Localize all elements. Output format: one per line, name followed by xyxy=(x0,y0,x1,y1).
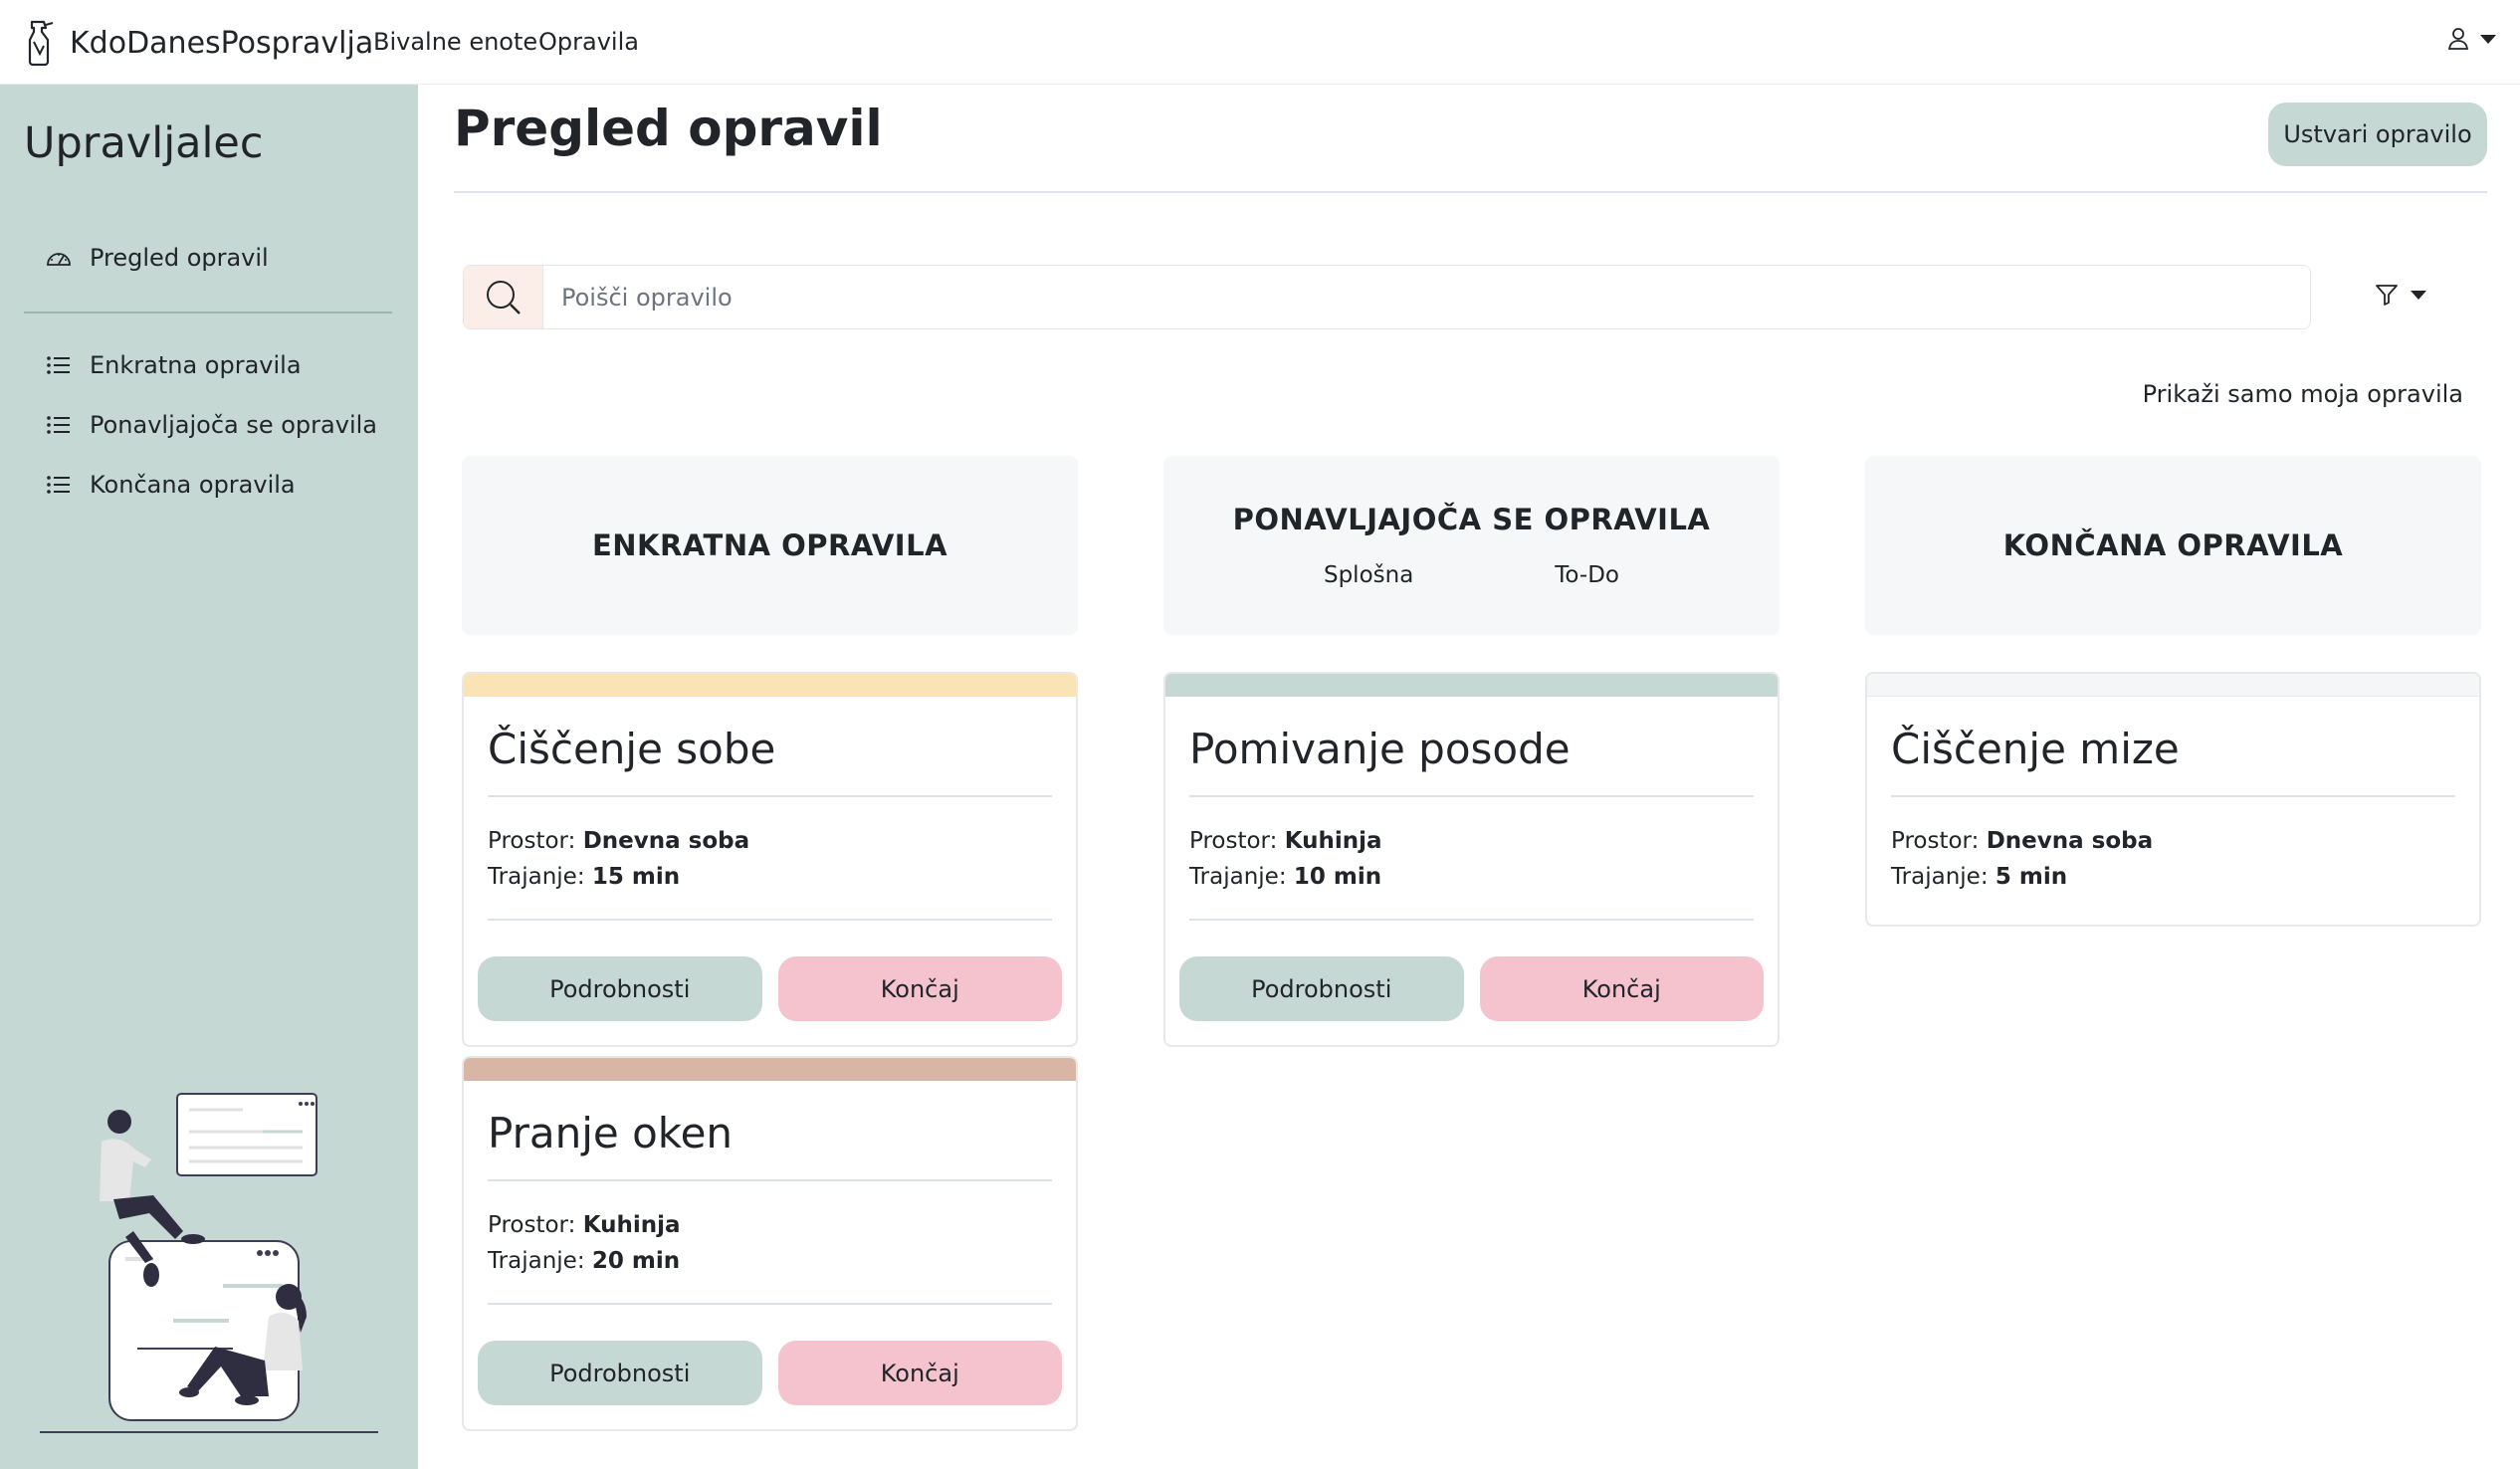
task-title: Pranje oken xyxy=(488,1081,1052,1181)
details-button[interactable]: Podrobnosti xyxy=(478,956,762,1021)
task-card: Pranje oken Prostor: Kuhinja Trajanje: 2… xyxy=(462,1056,1078,1431)
tab-general[interactable]: Splošna xyxy=(1324,562,1413,588)
duration-label: Trajanje: xyxy=(1189,864,1287,890)
task-info: Prostor: Dnevna soba Trajanje: 15 min xyxy=(488,797,1052,919)
sidebar-item-label: Končana opravila xyxy=(90,471,296,499)
column-header-done: KONČANA OPRAVILA xyxy=(1865,456,2481,635)
top-navbar: KdoDanesPospravlja Bivalne enote Opravil… xyxy=(0,0,2520,85)
duration-value: 20 min xyxy=(591,1248,681,1274)
people-illustration xyxy=(40,1093,378,1433)
duration-label: Trajanje: xyxy=(488,1248,585,1274)
column-title: PONAVLJAJOČA SE OPRAVILA xyxy=(1232,503,1711,536)
dashboard-icon xyxy=(47,253,71,266)
duration-value: 5 min xyxy=(1995,864,2068,890)
tab-todo[interactable]: To-Do xyxy=(1555,562,1619,588)
sidebar-title: Upravljalec xyxy=(24,118,264,168)
task-title: Pomivanje posode xyxy=(1189,697,1754,797)
sidebar-item-recurring[interactable]: Ponavljajoča se opravila xyxy=(46,411,377,439)
list-icon xyxy=(47,356,70,374)
show-only-mine-toggle[interactable]: Prikaži samo moja opravila xyxy=(2143,380,2463,408)
task-info: Prostor: Kuhinja Trajanje: 20 min xyxy=(488,1181,1052,1303)
duration-label: Trajanje: xyxy=(1891,864,1989,890)
sidebar-item-label: Ponavljajoča se opravila xyxy=(90,411,377,439)
chevron-down-icon xyxy=(2480,34,2496,44)
user-menu[interactable] xyxy=(2448,28,2496,50)
search-group xyxy=(463,265,2311,329)
column-title: ENKRATNA OPRAVILA xyxy=(591,528,948,562)
sidebar-divider xyxy=(24,312,392,314)
room-value: Kuhinja xyxy=(1284,828,1382,854)
brand-name: KdoDanesPospravlja xyxy=(70,25,374,61)
room-value: Dnevna soba xyxy=(1986,828,2154,854)
chevron-down-icon xyxy=(2411,290,2426,300)
sidebar-item-one-time[interactable]: Enkratna opravila xyxy=(46,351,302,379)
details-button[interactable]: Podrobnosti xyxy=(478,1341,762,1405)
column-header-one-time: ENKRATNA OPRAVILA xyxy=(462,456,1078,635)
room-label: Prostor: xyxy=(1891,828,1980,854)
column-title: KONČANA OPRAVILA xyxy=(2002,528,2344,562)
sidebar-item-overview[interactable]: Pregled opravil xyxy=(46,244,269,272)
sidebar-item-label: Enkratna opravila xyxy=(90,351,302,379)
sidebar-item-label: Pregled opravil xyxy=(90,244,269,272)
details-button[interactable]: Podrobnosti xyxy=(1179,956,1464,1021)
room-label: Prostor: xyxy=(488,1212,576,1238)
room-label: Prostor: xyxy=(1189,828,1278,854)
nav-living-units[interactable]: Bivalne enote xyxy=(373,28,537,56)
task-info: Prostor: Kuhinja Trajanje: 10 min xyxy=(1189,797,1754,919)
create-task-button[interactable]: Ustvari opravilo xyxy=(2268,103,2487,166)
list-icon xyxy=(47,416,70,434)
card-color-strip xyxy=(464,674,1076,697)
room-label: Prostor: xyxy=(488,828,576,854)
brand[interactable]: KdoDanesPospravlja xyxy=(24,20,373,66)
room-value: Kuhinja xyxy=(582,1212,681,1238)
card-color-strip xyxy=(464,1058,1076,1081)
title-divider xyxy=(454,191,2487,193)
recurring-tabs: Splošna To-Do xyxy=(1163,562,1780,588)
room-value: Dnevna soba xyxy=(582,828,750,854)
nav-tasks[interactable]: Opravila xyxy=(538,28,639,56)
task-card: Čiščenje sobe Prostor: Dnevna soba Traja… xyxy=(462,672,1078,1047)
search-input[interactable] xyxy=(543,266,2310,328)
filter-icon xyxy=(2376,285,2398,306)
card-color-strip xyxy=(1867,674,2479,697)
list-icon xyxy=(47,476,70,494)
task-title: Čiščenje sobe xyxy=(488,697,1052,797)
search-icon xyxy=(486,280,521,315)
task-title: Čiščenje mize xyxy=(1891,697,2455,797)
user-icon xyxy=(2448,28,2468,50)
column-header-recurring: PONAVLJAJOČA SE OPRAVILA Splošna To-Do xyxy=(1163,456,1780,635)
sidebar-item-done[interactable]: Končana opravila xyxy=(46,471,296,499)
finish-button[interactable]: Končaj xyxy=(777,956,1062,1021)
task-info: Prostor: Dnevna soba Trajanje: 5 min xyxy=(1891,797,2455,925)
duration-value: 10 min xyxy=(1293,864,1382,890)
card-color-strip xyxy=(1165,674,1778,697)
task-card: Pomivanje posode Prostor: Kuhinja Trajan… xyxy=(1163,672,1780,1047)
finish-button[interactable]: Končaj xyxy=(777,1341,1062,1405)
filter-dropdown[interactable] xyxy=(2375,283,2426,307)
task-card-done: Čiščenje mize Prostor: Dnevna soba Traja… xyxy=(1865,672,2481,927)
spray-bottle-icon xyxy=(28,20,54,66)
search-addon xyxy=(464,266,543,328)
finish-button[interactable]: Končaj xyxy=(1479,956,1764,1021)
duration-value: 15 min xyxy=(591,864,681,890)
duration-label: Trajanje: xyxy=(488,864,585,890)
sidebar: Upravljalec Pregled opravil Enkratna opr… xyxy=(0,85,418,1469)
page-title: Pregled opravil xyxy=(454,100,883,157)
